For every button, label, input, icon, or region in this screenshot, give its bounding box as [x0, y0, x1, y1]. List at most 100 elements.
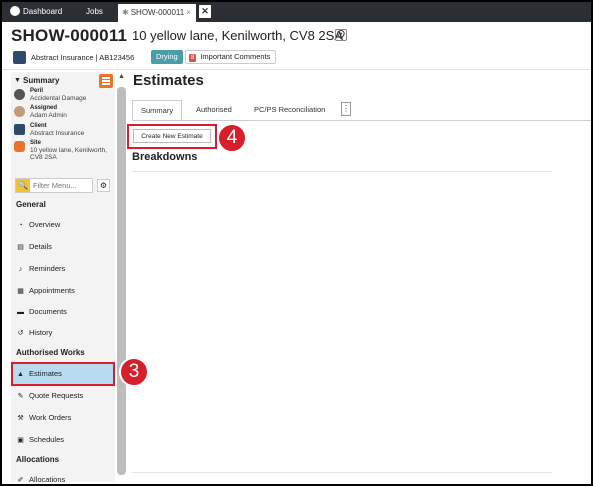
summary-key: Assigned: [30, 105, 58, 111]
dashboard-icon: ◔: [18, 222, 23, 229]
filter-menu-field: 🔍: [15, 178, 93, 193]
comments-label: Important Comments: [200, 52, 271, 61]
tab-show-000011[interactable]: ✱ SHOW-000011 ×: [118, 4, 196, 22]
sidebar-item-label: Reminders: [29, 264, 66, 273]
sidebar-item-details[interactable]: ▤ Details: [13, 237, 113, 257]
sidebar-item-label: Allocations: [29, 475, 66, 484]
important-comments-button[interactable]: 8 Important Comments: [185, 50, 277, 64]
sidebar-item-label: Documents: [29, 307, 67, 316]
sidebar-scrollbar[interactable]: ▲: [116, 72, 127, 482]
folder-icon: ▬: [17, 309, 24, 316]
close-all-tabs-button[interactable]: ✕: [199, 5, 211, 18]
tab-pc-ps-reconciliation[interactable]: PC/PS Reconciliation: [246, 100, 333, 120]
summary-site: Site 10 yellow lane, Kenilworth, CV8 2SA: [14, 140, 114, 164]
hamburger-icon-bar: [102, 83, 110, 85]
schedule-icon: ▣: [17, 437, 24, 444]
wrench-icon: ✐: [17, 477, 24, 484]
hamburger-menu-button[interactable]: [99, 74, 113, 88]
tabs-divider: [132, 120, 591, 121]
estimate-icon: ▲: [17, 371, 24, 378]
sidebar-item-quote-requests[interactable]: ✎ Quote Requests: [13, 386, 113, 406]
top-nav-bar: Dashboard Jobs ✱ SHOW-000011 × ✕: [2, 2, 591, 22]
sidebar-item-documents[interactable]: ▬ Documents: [13, 302, 113, 322]
pen-icon: ✎: [17, 393, 24, 400]
section-title-breakdowns: Breakdowns: [132, 151, 198, 163]
section-general: General: [16, 200, 46, 209]
bell-icon: ♪: [18, 266, 23, 273]
job-address: 10 yellow lane, Kenilworth, CV8 2SA: [132, 28, 344, 43]
summary-client: Client Abstract Insurance: [14, 123, 114, 139]
dashboard-icon: [10, 5, 20, 16]
clipboard-icon: ▤: [17, 244, 24, 251]
sidebar-item-history[interactable]: ↺ History: [13, 323, 113, 343]
client-logo-icon: [14, 124, 25, 135]
sidebar-item-label: Schedules: [29, 435, 65, 444]
sidebar-item-label: Overview: [29, 220, 61, 229]
summary-value: Accidental Damage: [30, 95, 87, 102]
sidebar-item-reminders[interactable]: ♪ Reminders: [13, 259, 113, 279]
client-reference: Abstract Insurance | AB123456: [31, 53, 135, 62]
nav-jobs[interactable]: Jobs: [86, 2, 103, 22]
tab-authorised[interactable]: Authorised: [188, 100, 240, 120]
sidebar-item-schedules[interactable]: ▣ Schedules: [13, 430, 113, 450]
tab-label: SHOW-000011: [130, 8, 185, 17]
tab-summary[interactable]: Summary: [132, 100, 183, 121]
gear-icon: ⚙: [99, 181, 108, 190]
nav-dashboard-label: Dashboard: [23, 7, 63, 16]
map-pin-button[interactable]: [335, 29, 347, 41]
search-icon: 🔍: [16, 179, 30, 192]
menu-settings-button[interactable]: ⚙: [97, 179, 110, 192]
calendar-icon: ▦: [17, 288, 24, 295]
app-window: Dashboard Jobs ✱ SHOW-000011 × ✕ SHOW-0000…: [2, 2, 591, 484]
sidebar-item-label: History: [29, 328, 53, 337]
comments-count-badge: 8: [189, 54, 197, 62]
highlight-box: [127, 124, 217, 149]
filter-menu-input[interactable]: [33, 180, 91, 191]
breakdowns-divider: [132, 171, 552, 172]
tab-close-icon[interactable]: ×: [186, 8, 191, 17]
client-logo-icon: [13, 51, 26, 64]
section-authorised-works: Authorised Works: [16, 348, 85, 357]
hamburger-icon-bar: [102, 80, 110, 82]
summary-assigned: Assigned Adam Admin: [14, 105, 114, 121]
summary-collapse-icon[interactable]: ▼: [14, 77, 21, 84]
avatar: [14, 106, 25, 117]
sidebar-item-overview[interactable]: ◔ Overview: [13, 215, 113, 235]
sidebar-item-label: Work Orders: [29, 413, 72, 422]
scrollbar-thumb[interactable]: [117, 87, 126, 475]
tabs-more-button[interactable]: ⋮: [341, 102, 351, 116]
nav-dashboard[interactable]: Dashboard: [10, 2, 62, 22]
summary-key: Peril: [30, 88, 44, 94]
summary-peril: Peril Accidental Damage: [14, 88, 114, 104]
summary-key: Client: [30, 123, 47, 129]
sidebar-item-estimates[interactable]: ▲ Estimates: [11, 362, 115, 386]
sidebar-item-allocations[interactable]: ✐ Allocations: [13, 470, 113, 484]
section-allocations: Allocations: [16, 455, 60, 464]
hammer-icon: ⚒: [17, 415, 24, 422]
location-icon: [14, 141, 25, 152]
breakdowns-bottom-divider: [132, 472, 552, 473]
status-badge: Drying: [151, 50, 183, 64]
sidebar: ▼ Summary Peril Accidental Damage Assign…: [11, 72, 115, 484]
summary-value: 10 yellow lane, Kenilworth, CV8 2SA: [30, 147, 107, 161]
sidebar-item-label: Appointments: [29, 286, 75, 295]
sidebar-item-label: Quote Requests: [29, 391, 84, 400]
hamburger-icon-bar: [102, 77, 110, 79]
step-callout-3: 3: [119, 357, 149, 387]
job-reference: SHOW-000011: [11, 26, 128, 45]
summary-title: Summary: [23, 76, 60, 85]
step-callout-4: 4: [217, 123, 247, 153]
map-pin-icon: [337, 29, 345, 40]
page-title: Estimates: [133, 72, 204, 89]
tab-pin-icon: ✱: [122, 8, 129, 17]
summary-key: Site: [30, 140, 42, 146]
sidebar-item-appointments[interactable]: ▦ Appointments: [13, 281, 113, 301]
sidebar-item-label: Estimates: [29, 369, 62, 378]
history-icon: ↺: [17, 330, 24, 337]
sidebar-item-work-orders[interactable]: ⚒ Work Orders: [13, 408, 113, 428]
summary-value: Adam Admin: [30, 112, 67, 119]
scroll-up-arrow-icon[interactable]: ▲: [118, 73, 125, 80]
summary-value: Abstract Insurance: [30, 130, 85, 137]
info-icon: [14, 89, 25, 100]
header-divider: [2, 69, 591, 70]
